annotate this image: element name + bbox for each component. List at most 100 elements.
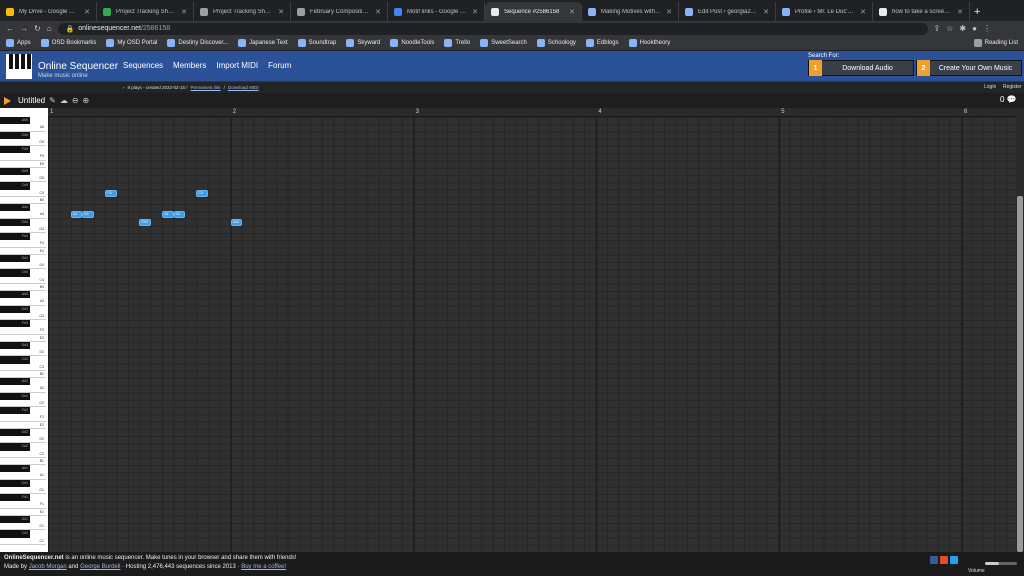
nav-link[interactable]: Members [173,61,206,70]
nav-link[interactable]: Forum [268,61,291,70]
piano-key[interactable]: D3 [0,349,46,357]
piano-key[interactable]: G#5 [0,131,30,139]
piano-key[interactable]: G3 [0,313,46,320]
bookmark-item[interactable]: Soundtrap [297,39,336,47]
piano-key[interactable]: E1 [0,509,46,516]
twitter-icon[interactable] [950,556,958,564]
vertical-scrollbar[interactable] [1016,108,1024,552]
piano-key[interactable]: G5 [0,139,46,146]
volume-slider[interactable] [985,562,1017,565]
bookmark-item[interactable]: Japanese Text [238,39,288,47]
piano-key[interactable]: D4 [0,262,46,270]
piano-key[interactable]: A5 [0,124,46,132]
browser-tab[interactable]: My Drive - Google Drive ✕ [0,2,97,21]
piano-key[interactable]: G4 [0,226,46,233]
share-icon[interactable]: ⇪ [934,24,941,33]
piano-key[interactable]: C5 [0,190,46,197]
piano-key[interactable]: C#4 [0,269,30,277]
piano-key[interactable]: C3 [0,364,46,371]
piano-key[interactable]: A#2 [0,378,30,386]
piano-key[interactable]: F#3 [0,320,30,328]
note-block[interactable]: G#4 [139,218,151,226]
piano-key[interactable]: C1 [0,538,46,545]
piano-key[interactable]: D#4 [0,254,30,262]
create-music-button[interactable]: 2 Create Your Own Music [916,60,1022,76]
download-midi-link[interactable]: Download MIDI [228,85,259,90]
close-icon[interactable]: ✕ [666,8,672,16]
piano-key[interactable]: A#4 [0,204,30,212]
close-icon[interactable]: ✕ [375,8,381,16]
bookmark-item[interactable]: Hooktheory [628,39,670,47]
bookmark-item[interactable]: Skyward [346,39,380,47]
browser-tab[interactable]: Project Tracking Sheet - F ✕ [97,2,194,21]
bookmark-item[interactable]: Edblogs [585,39,619,47]
piano-key[interactable]: E4 [0,248,46,255]
piano-key[interactable]: G#3 [0,305,30,313]
zoom-out-icon[interactable]: ⊖ [72,96,79,105]
star-icon[interactable]: ☆ [946,24,953,33]
close-icon[interactable]: ✕ [860,8,866,16]
piano-key[interactable]: A#1 [0,465,30,473]
note-block[interactable]: A4 [70,211,83,219]
back-icon[interactable]: ← [6,24,14,33]
note-block[interactable]: A4 [82,211,94,219]
bookmark-item[interactable]: My OSD Portal [106,39,157,47]
piano-key[interactable]: C2 [0,451,46,458]
piano-key[interactable]: B4 [0,197,46,204]
close-icon[interactable]: ✕ [569,8,575,16]
piano-key[interactable]: F#4 [0,233,30,241]
piano-key[interactable]: D#5 [0,167,30,175]
note-block[interactable]: A4 [173,211,186,219]
piano-key[interactable]: G2 [0,400,46,407]
bookmark-item[interactable]: Trello [444,39,470,47]
piano-key[interactable]: F5 [0,153,46,161]
bookmark-item[interactable]: SweetSearch [480,39,527,47]
bookmark-item[interactable]: Apps [6,39,31,47]
browser-tab[interactable]: Project Tracking Sheet: V ✕ [194,2,291,21]
browser-tab[interactable]: Motif links - Google Docs ✕ [388,2,485,21]
cloud-save-icon[interactable]: ☁ [60,96,68,105]
reddit-icon[interactable] [940,556,948,564]
zoom-in-icon[interactable]: ⊕ [83,96,90,105]
forward-icon[interactable]: → [20,24,28,33]
close-icon[interactable]: ✕ [957,8,963,16]
piano-key[interactable]: A#5 [0,117,30,125]
close-icon[interactable]: ✕ [181,8,187,16]
piano-key[interactable]: F#5 [0,146,30,154]
play-icon[interactable] [4,96,11,105]
piano-key[interactable]: A1 [0,472,46,480]
piano-keyboard[interactable]: A#5 A5 G#5 G5 F#5 F5 E5 D#5 D5 C#5 C5 B4 A#4 A4 G#4 G4 F… [0,108,48,552]
avatar[interactable]: ● [972,24,977,33]
piano-key[interactable]: G#2 [0,392,30,400]
note-block[interactable]: C5 [196,189,208,197]
piano-key[interactable]: A2 [0,385,46,393]
note-grid[interactable]: C5 C5 A4 A4 A4 A4 G#4 G#4 [48,117,1016,552]
author-link-2[interactable]: George Burdell [80,564,120,570]
url-field[interactable]: 🔒 onlinesequencer.net/2586158 [57,22,928,35]
new-tab-icon[interactable]: + [974,6,980,18]
piano-key[interactable]: B2 [0,371,46,378]
piano-key[interactable]: G#1 [0,479,30,487]
facebook-icon[interactable] [930,556,938,564]
browser-tab[interactable]: Making Motives with Tria ✕ [582,2,679,21]
piano-key[interactable]: D1 [0,523,46,531]
piano-key[interactable]: A3 [0,298,46,306]
browser-tab[interactable]: Edit Post ‹ georgia22 — V ✕ [679,2,776,21]
coffee-link[interactable]: Buy me a coffee! [241,564,286,570]
note-block[interactable]: A4 [162,211,174,219]
piano-key[interactable]: D5 [0,175,46,183]
nav-link[interactable]: Sequences [123,61,163,70]
piano-key[interactable]: B3 [0,284,46,291]
piano-key[interactable]: C#2 [0,443,30,451]
sequence-title[interactable]: Untitled [18,96,45,105]
reload-icon[interactable]: ↻ [34,24,41,33]
piano-key[interactable]: D#2 [0,428,30,436]
piano-key[interactable]: E3 [0,335,46,342]
piano-key[interactable]: F1 [0,501,46,509]
piano-key[interactable]: F2 [0,414,46,422]
edit-icon[interactable]: ✎ [49,96,56,105]
note-block[interactable]: C5 [105,189,117,197]
bookmark-item[interactable]: OSD Bookmarks [40,39,96,47]
home-icon[interactable]: ⌂ [47,24,52,33]
site-logo[interactable] [6,54,32,79]
